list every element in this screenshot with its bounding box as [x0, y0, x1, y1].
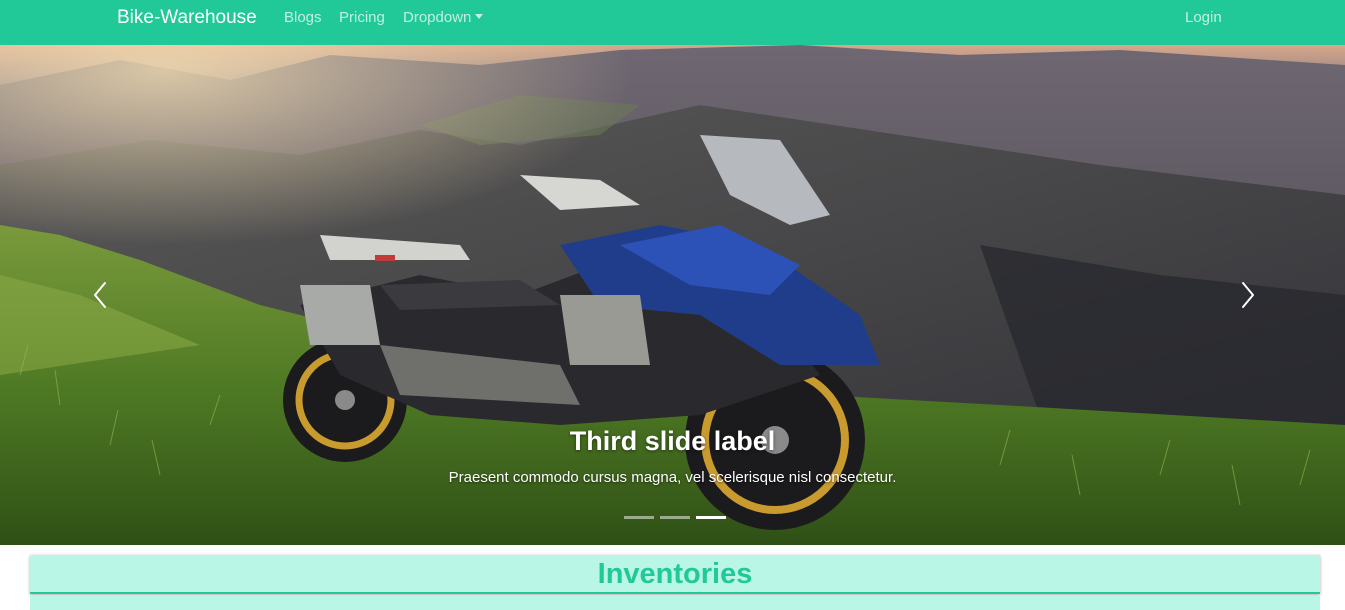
- carousel-caption-text: Praesent commodo cursus magna, vel scele…: [448, 469, 897, 486]
- caret-down-icon: [475, 14, 484, 19]
- brand-link[interactable]: Bike-Warehouse: [117, 7, 257, 29]
- nav-dropdown-toggle[interactable]: Dropdown: [403, 9, 484, 27]
- carousel-prev-control[interactable]: [86, 280, 116, 310]
- carousel-caption-title: Third slide label: [569, 426, 776, 456]
- nav-link-blogs[interactable]: Blogs: [284, 9, 322, 27]
- nav-link-login[interactable]: Login: [1185, 9, 1222, 27]
- top-navbar: Bike-Warehouse Blogs Pricing Dropdown Lo…: [0, 0, 1345, 45]
- nav-link-pricing[interactable]: Pricing: [339, 9, 385, 27]
- inventories-header: Inventories: [30, 555, 1320, 594]
- carousel-indicator-3[interactable]: [696, 516, 726, 519]
- chevron-left-icon: [94, 282, 106, 308]
- carousel-indicator-2[interactable]: [660, 516, 690, 519]
- hero-carousel: Third slide label Praesent commodo cursu…: [0, 45, 1345, 545]
- nav-dropdown-label: Dropdown: [403, 9, 472, 26]
- chevron-right-icon: [1242, 282, 1254, 308]
- carousel-indicator-1[interactable]: [624, 516, 654, 519]
- inventory-section: [30, 596, 1320, 610]
- carousel-next-control[interactable]: [1232, 280, 1262, 310]
- inventories-title: Inventories: [597, 558, 753, 590]
